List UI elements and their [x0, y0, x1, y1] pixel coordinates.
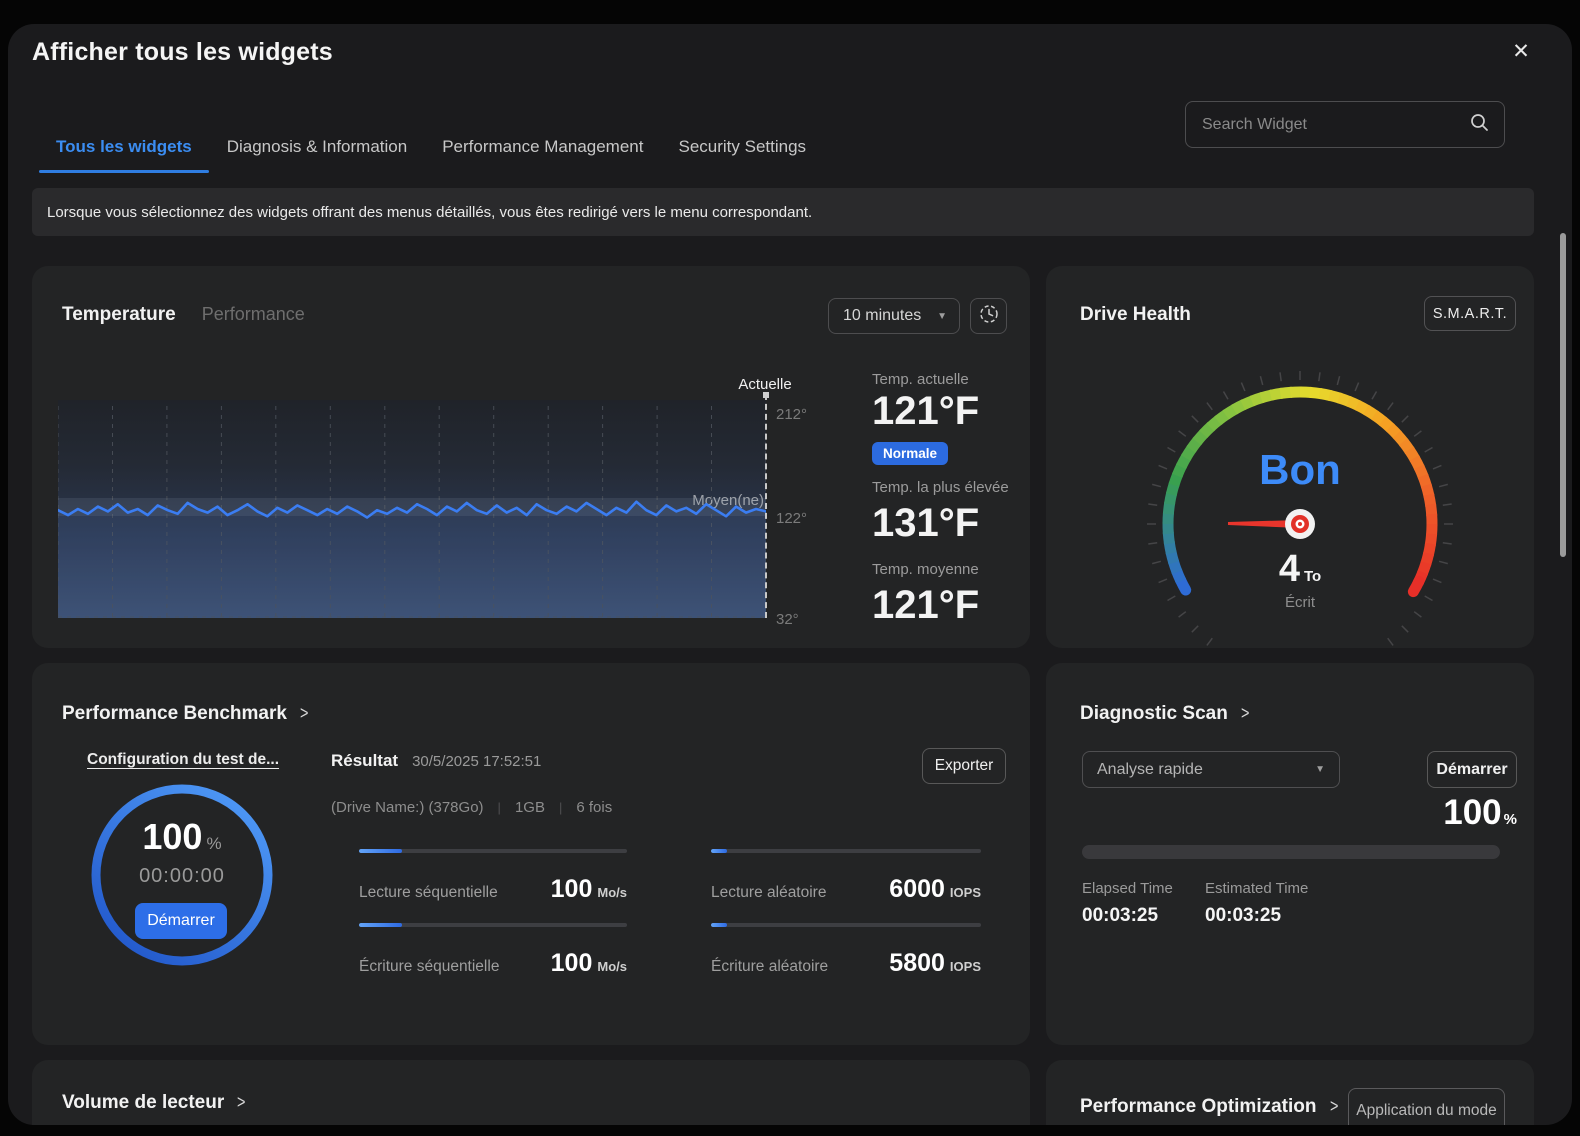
scan-progress: 100%: [1443, 793, 1517, 833]
highest-temp-label: Temp. la plus élevée: [872, 479, 1028, 496]
data-written: 4To: [1180, 548, 1420, 591]
chevron-right-icon: >: [1330, 1096, 1338, 1117]
data-written-value: 4: [1279, 548, 1300, 590]
metric-sequential-write: Écriture séquentielle100Mo/s: [359, 923, 627, 978]
diagnostic-scan-link[interactable]: Diagnostic Scan>: [1080, 703, 1250, 725]
drive-health-title: Drive Health: [1080, 304, 1191, 326]
drive-health-widget: Drive Health S.M.A.R.T. Bon 4To Écrit: [1046, 266, 1534, 648]
data-written-label: Écrit: [1180, 594, 1420, 611]
history-clock-button[interactable]: [970, 298, 1007, 334]
y-axis-tick-top: 212°: [776, 406, 807, 423]
chevron-right-icon: >: [237, 1092, 245, 1113]
data-written-unit: To: [1304, 568, 1321, 585]
period-dropdown[interactable]: 10 minutes ▼: [828, 298, 960, 334]
elapsed-time-block: Elapsed Time 00:03:25: [1082, 880, 1205, 927]
scan-progress-bar: [1082, 845, 1500, 859]
drive-volume-widget: Volume de lecteur>: [32, 1060, 1030, 1125]
highest-temp-value: 131°F: [872, 502, 1028, 545]
status-badge: Normale: [872, 442, 948, 465]
temperature-title: Temperature: [62, 304, 176, 326]
temperature-widget-header: Temperature Performance: [62, 304, 305, 326]
tab-performance-management[interactable]: Performance Management: [442, 137, 643, 169]
y-axis-tick-mid: 122°: [776, 510, 807, 527]
current-legend-label: Actuelle: [700, 376, 830, 393]
diagnostic-scan-widget: Diagnostic Scan> Analyse rapide ▼ Démarr…: [1046, 663, 1534, 1045]
drive-info: (Drive Name:) (378Go): [331, 799, 484, 816]
benchmark-start-button[interactable]: Démarrer: [135, 903, 227, 939]
divider: |: [498, 800, 501, 815]
average-temp-label: Temp. moyenne: [872, 561, 1028, 578]
widgets-dialog: Afficher tous les widgets ✕ Tous les wid…: [8, 24, 1572, 1125]
divider: |: [559, 800, 562, 815]
chevron-down-icon: ▼: [937, 311, 947, 322]
health-status: Bon: [1180, 446, 1420, 494]
scan-start-button[interactable]: Démarrer: [1427, 751, 1517, 788]
temperature-line-chart: [58, 400, 766, 618]
chevron-right-icon: >: [1241, 703, 1249, 724]
temperature-stats: Temp. actuelle 121°F Normale Temp. la pl…: [872, 371, 1028, 628]
tab-diagnosis-information[interactable]: Diagnosis & Information: [227, 137, 407, 169]
mode-application-button[interactable]: Application du mode: [1348, 1088, 1505, 1125]
tab-bar: Tous les widgets Diagnosis & Information…: [56, 137, 806, 169]
search-widget-box[interactable]: [1185, 101, 1505, 148]
close-icon[interactable]: ✕: [1504, 34, 1538, 68]
temperature-widget: Temperature Performance 10 minutes ▼ Moy…: [32, 266, 1030, 648]
smart-button[interactable]: S.M.A.R.T.: [1424, 296, 1516, 331]
scan-mode-dropdown[interactable]: Analyse rapide ▼: [1082, 751, 1340, 788]
current-temp-value: 121°F: [872, 390, 1028, 433]
test-configuration-link[interactable]: Configuration du test de...: [87, 751, 279, 769]
search-input[interactable]: [1202, 116, 1469, 134]
metric-random-read: Lecture aléatoire6000IOPS: [711, 849, 981, 904]
export-button[interactable]: Exporter: [922, 748, 1006, 784]
test-count: 6 fois: [576, 799, 612, 816]
period-dropdown-value: 10 minutes: [843, 307, 921, 325]
notice-banner: Lorsque vous sélectionnez des widgets of…: [32, 188, 1534, 236]
performance-benchmark-link[interactable]: Performance Benchmark>: [62, 703, 309, 725]
scrollbar-thumb[interactable]: [1560, 233, 1566, 557]
performance-optimization-link[interactable]: Performance Optimization>: [1080, 1096, 1339, 1118]
tab-tous-les-widgets[interactable]: Tous les widgets: [56, 137, 192, 169]
chevron-down-icon: ▼: [1315, 764, 1325, 775]
chevron-right-icon: >: [300, 703, 308, 724]
metric-random-write: Écriture aléatoire5800IOPS: [711, 923, 981, 978]
widgets-grid: Temperature Performance 10 minutes ▼ Moy…: [32, 266, 1534, 1125]
drive-volume-link[interactable]: Volume de lecteur>: [62, 1092, 247, 1114]
benchmark-timer: 00:00:00: [92, 865, 272, 888]
temperature-chart: Moyen(ne): [58, 400, 766, 618]
average-temp-value: 121°F: [872, 584, 1028, 627]
benchmark-progress: 100%: [92, 816, 272, 858]
clock-icon: [978, 303, 1000, 330]
result-datetime: 30/5/2025 17:52:51: [412, 753, 541, 770]
scan-times: Elapsed Time 00:03:25 Estimated Time 00:…: [1082, 880, 1328, 927]
current-time-marker: [765, 394, 767, 618]
performance-optimization-widget: Performance Optimization> Application du…: [1046, 1060, 1534, 1125]
temperature-subtitle: Performance: [202, 304, 305, 325]
page-title: Afficher tous les widgets: [32, 38, 333, 67]
performance-benchmark-widget: Performance Benchmark> Configuration du …: [32, 663, 1030, 1045]
search-icon[interactable]: [1469, 112, 1490, 138]
result-label: Résultat: [331, 751, 398, 771]
metric-sequential-read: Lecture séquentielle100Mo/s: [359, 849, 627, 904]
scan-mode-value: Analyse rapide: [1097, 761, 1203, 779]
y-axis-tick-bottom: 32°: [776, 611, 799, 628]
benchmark-metrics: Lecture séquentielle100Mo/s Lecture aléa…: [359, 849, 981, 978]
tab-security-settings[interactable]: Security Settings: [678, 137, 806, 169]
test-size: 1GB: [515, 799, 545, 816]
benchmark-result-header: Résultat 30/5/2025 17:52:51: [331, 751, 541, 771]
estimated-time-block: Estimated Time 00:03:25: [1205, 880, 1328, 927]
benchmark-test-info: (Drive Name:) (378Go) | 1GB | 6 fois: [331, 799, 612, 816]
current-temp-label: Temp. actuelle: [872, 371, 1028, 388]
